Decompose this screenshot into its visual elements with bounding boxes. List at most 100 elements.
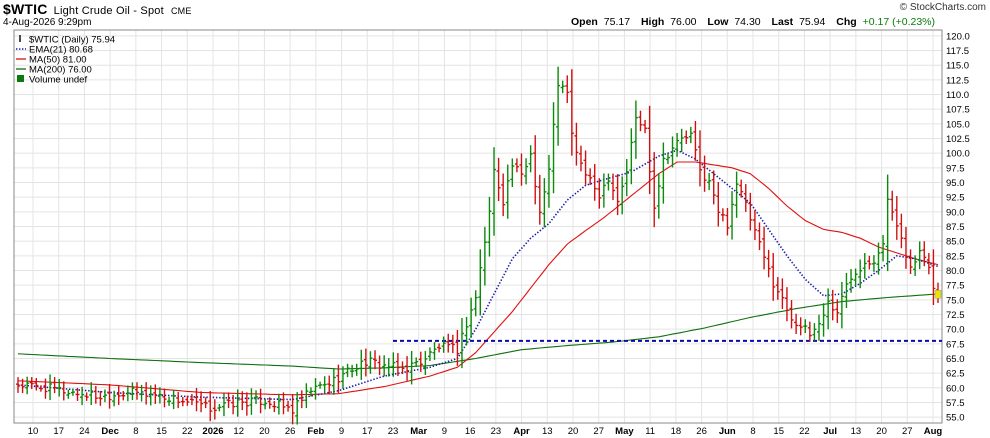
ema21-line — [17, 149, 939, 401]
ohlc-bar — [629, 128, 634, 185]
x-tick-label: 12 — [233, 426, 244, 437]
ohlc-bar — [249, 388, 254, 415]
ohlc-bar — [171, 389, 176, 410]
ohlc-bar — [231, 394, 236, 415]
ohlc-bar — [203, 397, 208, 409]
ohlc-bar — [556, 66, 561, 146]
price-chart[interactable]: 55.0 57.5 60.0 62.5 65.0 67.5 70.0 72.5 75.0 77.5… — [0, 0, 990, 438]
x-tick-label: 23 — [388, 426, 399, 437]
x-tick-label: 24 — [79, 426, 90, 437]
ohlc-bar — [244, 392, 249, 416]
ohlc-bar — [66, 389, 71, 399]
x-tick-label: May — [615, 426, 634, 437]
y-tick-label: 75.0 — [946, 295, 965, 306]
ohlc-bar — [322, 376, 327, 394]
ohlc-bar — [693, 120, 698, 161]
ohlc-bar — [862, 253, 867, 279]
ohlc-bar — [217, 404, 222, 412]
x-tick-label: Mar — [410, 426, 427, 437]
y-tick-label: 112.5 — [946, 75, 969, 86]
ohlc-bar — [263, 398, 268, 410]
ohlc-bar — [345, 363, 350, 378]
x-tick-label: 10 — [28, 426, 39, 437]
ohlc-bar — [519, 153, 524, 186]
ohlc-bar — [130, 382, 135, 401]
ohlc-bar — [299, 390, 304, 409]
y-tick-label: 57.5 — [946, 398, 965, 409]
x-tick-label: Dec — [101, 426, 118, 437]
y-tick-label: 110.0 — [946, 90, 969, 101]
ohlc-bar — [89, 382, 94, 405]
ohlc-bar — [199, 391, 204, 413]
x-tick-label: 16 — [465, 426, 476, 437]
y-axis: 55.0 57.5 60.0 62.5 65.0 67.5 70.0 72.5 75.0 77.5… — [946, 31, 970, 423]
ohlc-bar — [615, 174, 620, 216]
ohlc-bar — [167, 396, 172, 406]
ohlc-bar — [162, 388, 167, 408]
ohlc-bar — [295, 392, 300, 425]
x-tick-label: 20 — [876, 426, 887, 437]
ohlc-bar — [643, 119, 648, 134]
ohlc-bar — [853, 268, 858, 286]
ohlc-bar — [331, 368, 336, 395]
ohlc-bar — [446, 333, 451, 353]
ohlc-bar — [844, 272, 849, 308]
ohlc-bar — [258, 388, 263, 414]
ohlc-bar — [716, 182, 721, 227]
ohlc-bar — [496, 157, 501, 202]
x-axis: 10 17 24 Dec 8 15 22 2026 12 20 26 Feb 9 17 23 Mar 9 16 23… — [28, 426, 943, 437]
ohlc-bar — [359, 349, 364, 380]
x-tick-label: 9 — [442, 426, 447, 437]
x-tick-label: 26 — [285, 426, 296, 437]
last-price-box — [934, 290, 942, 299]
x-tick-label: 17 — [362, 426, 373, 437]
y-tick-label: 60.0 — [946, 383, 965, 394]
ohlc-bar — [730, 191, 735, 240]
x-tick-label: 20 — [259, 426, 270, 437]
ohlc-bar — [501, 173, 506, 217]
legend-label: Volume undef — [29, 75, 87, 86]
ohlc-bar — [121, 391, 126, 401]
ohlc-bar — [505, 164, 510, 219]
ohlc-bar — [890, 190, 895, 221]
ohlc-bar — [368, 351, 373, 374]
ohlc-bar — [70, 388, 75, 396]
ohlc-bar — [327, 375, 332, 394]
ohlc-bar — [16, 377, 20, 393]
ohlc-bar — [560, 80, 565, 94]
chart-legend: $WTIC (Daily) 75.94EMA(21) 80.68MA(50) 8… — [16, 35, 115, 86]
ohlc-bar — [885, 174, 890, 272]
x-tick-label: Feb — [307, 426, 324, 437]
y-tick-label: 72.5 — [946, 310, 965, 321]
ohlc-bar — [871, 255, 876, 272]
ohlc-bar — [93, 385, 98, 404]
ohlc-bar — [679, 128, 684, 153]
ohlc-bar — [661, 142, 666, 204]
x-tick-label: 13 — [851, 426, 862, 437]
x-tick-label: 15 — [156, 426, 167, 437]
ohlc-bar — [176, 392, 181, 409]
ohlc-bar — [899, 213, 904, 249]
y-tick-label: 80.0 — [946, 266, 965, 277]
ohlc-bar — [514, 158, 519, 173]
y-tick-label: 65.0 — [946, 354, 965, 365]
ohlc-bar — [84, 392, 89, 401]
ohlc-bar — [652, 152, 657, 228]
ohlc-bar — [734, 171, 739, 218]
ohlc-bar — [867, 255, 872, 270]
ohlc-bar — [830, 289, 835, 321]
ohlc-bar — [762, 226, 767, 270]
y-tick-label: 77.5 — [946, 281, 965, 292]
ohlc-bar — [450, 334, 455, 354]
y-tick-label: 92.5 — [946, 193, 965, 204]
ohlc-bar — [624, 159, 629, 197]
ohlc-bar — [574, 122, 579, 166]
y-tick-label: 87.5 — [946, 222, 965, 233]
ohlc-bar — [34, 378, 39, 391]
ohlc-bar — [665, 152, 670, 165]
y-tick-label: 70.0 — [946, 325, 965, 336]
x-tick-label: Jun — [719, 426, 736, 437]
legend-volume-icon — [17, 75, 24, 82]
ohlc-bar — [798, 317, 803, 336]
ohlc-bar — [711, 170, 716, 205]
